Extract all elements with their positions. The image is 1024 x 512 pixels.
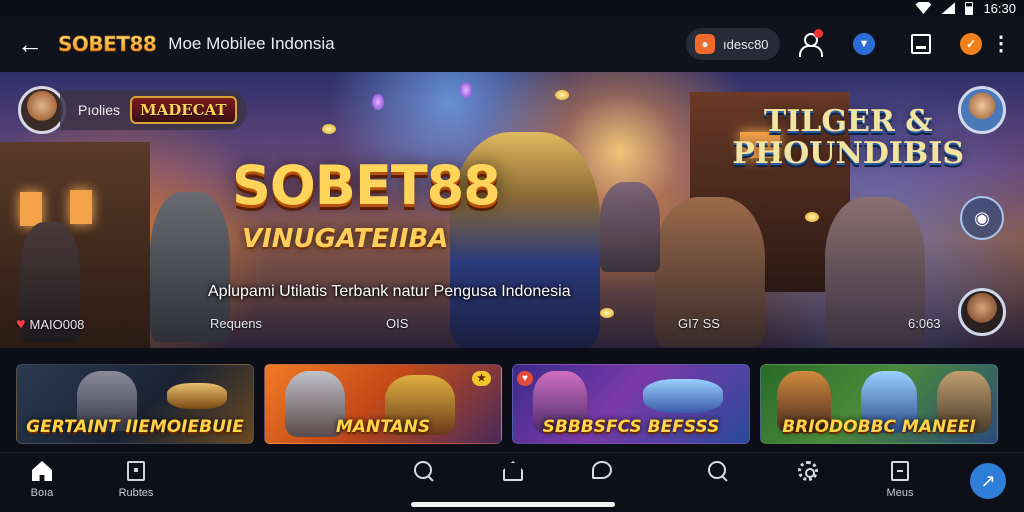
game-card[interactable]: ♥ SBBBSFCS BEFSSS (512, 364, 750, 444)
gear-icon (798, 461, 818, 481)
back-arrow-icon[interactable]: ← (10, 24, 50, 64)
game-card-title: MANTANS (335, 417, 431, 437)
stat-time: 6:063 (908, 316, 941, 331)
kebab-icon: ⋮ (991, 33, 1011, 55)
stat-gi7: GI7 SS (678, 316, 720, 331)
notification-icon: ▼ (853, 33, 875, 55)
stat-likes-value: MAIO008 (29, 317, 85, 332)
bag-icon (127, 461, 145, 481)
gold-coin (805, 212, 819, 222)
hero-tagline: Aplupami Utilatis Terbank natur Pengusa … (208, 283, 571, 300)
side-avatar[interactable] (958, 288, 1006, 336)
status-time: 16:30 (983, 0, 1016, 16)
gold-coin (322, 124, 336, 134)
purple-gem (372, 94, 384, 110)
gold-coin (555, 90, 569, 100)
game-card-art (643, 379, 723, 413)
game-card-badge: ★ (472, 371, 491, 386)
promo-label: Pıolies (78, 102, 121, 118)
nav-label-home: Boıa (30, 487, 54, 499)
wallet-pill-text: ıdesc80 (723, 36, 769, 52)
stat-ois: OIS (386, 316, 409, 331)
nav-item-bag[interactable]: Rubtes (108, 461, 164, 499)
gold-coin (600, 308, 614, 318)
wallet-icon: ● (695, 34, 715, 54)
game-card[interactable]: BRIODOBBC MANEEI (760, 364, 998, 444)
game-card-badge: ♥ (517, 371, 533, 386)
featured-logo-line1: TILGER & (763, 104, 933, 139)
stat-likes: ♥ MAIO008 (16, 316, 84, 334)
nav-label-bag: Rubtes (118, 487, 154, 499)
nav-item-home[interactable]: Boıa (14, 461, 70, 499)
hero-banner[interactable]: Pıolies MADECAT SOBET88 VINUGATEIIBA Apl… (0, 72, 1024, 348)
side-avatar[interactable] (958, 86, 1006, 134)
fab-icon[interactable]: ↗ (970, 463, 1006, 499)
notification-dot (814, 29, 823, 38)
controller-icon[interactable]: ◉ (960, 196, 1004, 240)
featured-game-logo: TILGER & PHOUNDIBIS (732, 106, 964, 170)
gesture-handle[interactable] (411, 502, 615, 507)
chat-icon (592, 461, 612, 479)
game-badge-logo: MADECAT (130, 96, 237, 124)
signal-icon (941, 2, 956, 14)
wallet-pill[interactable]: ● ıdesc80 (686, 28, 780, 60)
menu-icon (891, 461, 909, 481)
app-title: Moe Mobilee Indonsia (168, 34, 335, 53)
game-card[interactable]: ★ MANTANS (264, 364, 502, 444)
hero-title: SOBET88 (232, 154, 501, 217)
more-options-button[interactable]: ⋮ (987, 30, 1015, 58)
status-bar: 16:30 (0, 0, 1024, 16)
app-bar: ← SOBET88 Moe Mobilee Indonsia ● ıdesc80… (0, 16, 1024, 72)
promo-chip[interactable]: Pıolies MADECAT (60, 90, 247, 130)
game-card-title: BRIODOBBC MANEEI (782, 417, 976, 437)
hero-subtitle: VINUGATEIIBA (242, 224, 449, 254)
nav-item-settings[interactable] (780, 461, 836, 481)
game-card[interactable]: GERTAINT IIEMOIEBUIE (16, 364, 254, 444)
nav-item-menu[interactable]: Meus (872, 461, 928, 499)
promo-row[interactable]: Pıolies MADECAT (18, 86, 247, 134)
game-card-art (167, 383, 227, 409)
purple-gem (460, 82, 472, 98)
bottom-nav: Boıa Rubtes Meus ↗ (0, 452, 1024, 512)
featured-logo-line2: PHOUNDIBIS (732, 136, 964, 171)
nav-label-menu: Meus (886, 487, 914, 499)
battery-icon (965, 1, 974, 15)
nav-item-search[interactable] (396, 461, 452, 481)
search-icon (414, 461, 434, 481)
square-icon (911, 34, 931, 54)
building-window (70, 190, 92, 224)
game-cards-row: GERTAINT IIEMOIEBUIE ★ MANTANS ♥ SBBBSFC… (16, 364, 1008, 444)
nav-item-search-2[interactable] (690, 461, 746, 481)
heart-icon: ♥ (16, 316, 26, 333)
notification-button[interactable]: ▼ (850, 30, 878, 58)
game-card-title: SBBBSFCS BEFSSS (542, 417, 720, 437)
game-card-title: GERTAINT IIEMOIEBUIE (26, 417, 244, 437)
avatar[interactable] (18, 86, 66, 134)
window-button[interactable] (907, 30, 935, 58)
search-icon (708, 461, 728, 481)
brand-logo: SOBET88 (58, 32, 157, 56)
warrior-figure (600, 182, 660, 272)
nav-item-house[interactable] (485, 461, 541, 481)
profile-button[interactable] (795, 29, 823, 58)
rewards-button[interactable]: ✓ (957, 30, 985, 58)
house-icon (503, 461, 523, 481)
stat-requests: Requens (210, 316, 263, 331)
orange-app-icon: ✓ (960, 33, 982, 55)
wifi-icon (915, 2, 932, 14)
building-window (20, 192, 42, 226)
nav-item-chat[interactable] (574, 461, 630, 479)
home-icon (32, 461, 52, 481)
